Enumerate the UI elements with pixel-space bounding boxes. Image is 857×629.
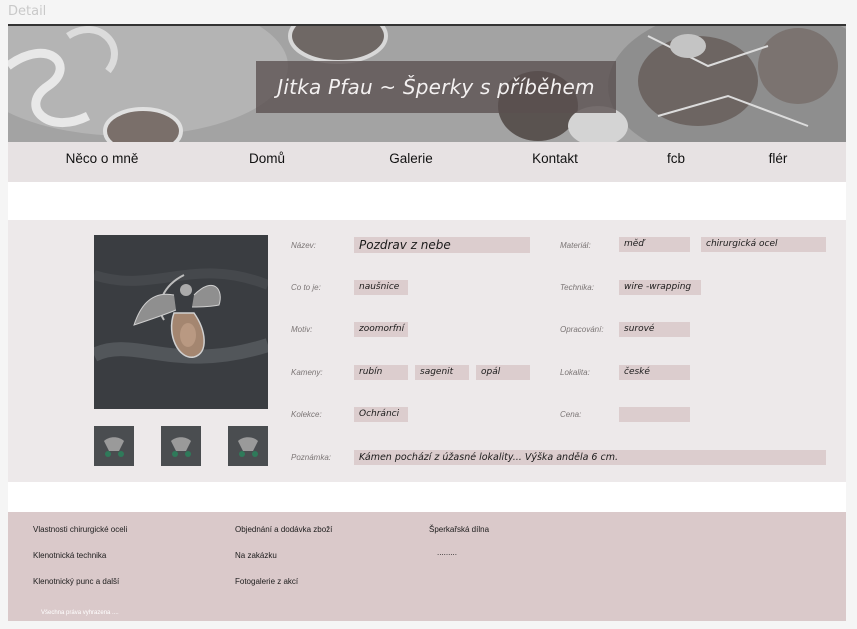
- value-stone-3: opál: [476, 365, 530, 380]
- value-locality: české: [619, 365, 690, 380]
- label-stones: Kameny:: [291, 368, 323, 377]
- product-thumbnail-1[interactable]: [94, 426, 134, 466]
- label-name: Název:: [291, 241, 316, 250]
- label-collection: Kolekce:: [291, 410, 322, 419]
- label-technique: Technika:: [560, 283, 594, 292]
- value-technique: wire -wrapping: [619, 280, 701, 295]
- value-material-2: chirurgická ocel: [701, 237, 826, 252]
- site-title: Jitka Pfau ~ Šperky s příběhem: [277, 75, 595, 99]
- spacer-band: [8, 182, 846, 220]
- value-note: Kámen pochází z úžasné lokality... Výška…: [354, 450, 826, 465]
- nav-item-facebook[interactable]: fcb: [658, 142, 694, 182]
- value-motif: zoomorfní: [354, 322, 408, 337]
- nav-item-gallery[interactable]: Galerie: [378, 142, 444, 182]
- spacer-band-2: [8, 482, 846, 512]
- value-collection: Ochránci: [354, 407, 408, 422]
- nav-item-about[interactable]: Něco o mně: [52, 142, 152, 182]
- footer-link-hallmark[interactable]: Klenotnický punc a další: [33, 577, 119, 586]
- label-finish: Opracování:: [560, 325, 604, 334]
- value-type: naušnice: [354, 280, 408, 295]
- product-detail: Název: Co to je: Motiv: Kameny: Kolekce:…: [8, 220, 846, 482]
- nav-item-home[interactable]: Domů: [236, 142, 298, 182]
- value-name: Pozdrav z nebe: [354, 237, 530, 253]
- footer-link-goldsmith-technique[interactable]: Klenotnická technika: [33, 551, 106, 560]
- site-footer: Vlastnosti chirurgické oceli Klenotnická…: [8, 512, 846, 621]
- value-stone-1: rubín: [354, 365, 408, 380]
- label-material: Materiál:: [560, 241, 591, 250]
- nav-item-contact[interactable]: Kontakt: [520, 142, 590, 182]
- value-price: [619, 407, 690, 422]
- label-price: Cena:: [560, 410, 582, 419]
- header-banner: Jitka Pfau ~ Šperky s příběhem: [8, 24, 846, 142]
- value-stone-2: sagenit: [415, 365, 469, 380]
- footer-link-ordering[interactable]: Objednání a dodávka zboží: [235, 525, 332, 534]
- footer-link-custom[interactable]: Na zakázku: [235, 551, 277, 560]
- label-note: Poznámka:: [291, 453, 332, 462]
- main-nav: Něco o mně Domů Galerie Kontakt fcb flér: [8, 142, 846, 182]
- label-locality: Lokalita:: [560, 368, 590, 377]
- page: Jitka Pfau ~ Šperky s příběhem Něco o mn…: [8, 24, 846, 621]
- product-main-photo[interactable]: [94, 235, 268, 409]
- product-thumbnail-3[interactable]: [228, 426, 268, 466]
- footer-placeholder-dots: .........: [437, 548, 458, 557]
- nav-item-fler[interactable]: flér: [760, 142, 796, 182]
- value-material-1: měď: [619, 237, 690, 252]
- site-title-box: Jitka Pfau ~ Šperky s příběhem: [256, 61, 616, 113]
- footer-link-steel-properties[interactable]: Vlastnosti chirurgické oceli: [33, 525, 127, 534]
- value-finish: surové: [619, 322, 690, 337]
- product-thumbnail-2[interactable]: [161, 426, 201, 466]
- label-type: Co to je:: [291, 283, 321, 292]
- footer-link-workshop[interactable]: Šperkařská dílna: [429, 525, 489, 534]
- label-motif: Motiv:: [291, 325, 313, 334]
- frame-label: Detail: [8, 4, 47, 19]
- copyright-text: Všechna práva vyhrazena ....: [41, 610, 119, 616]
- footer-link-event-gallery[interactable]: Fotogalerie z akcí: [235, 577, 298, 586]
